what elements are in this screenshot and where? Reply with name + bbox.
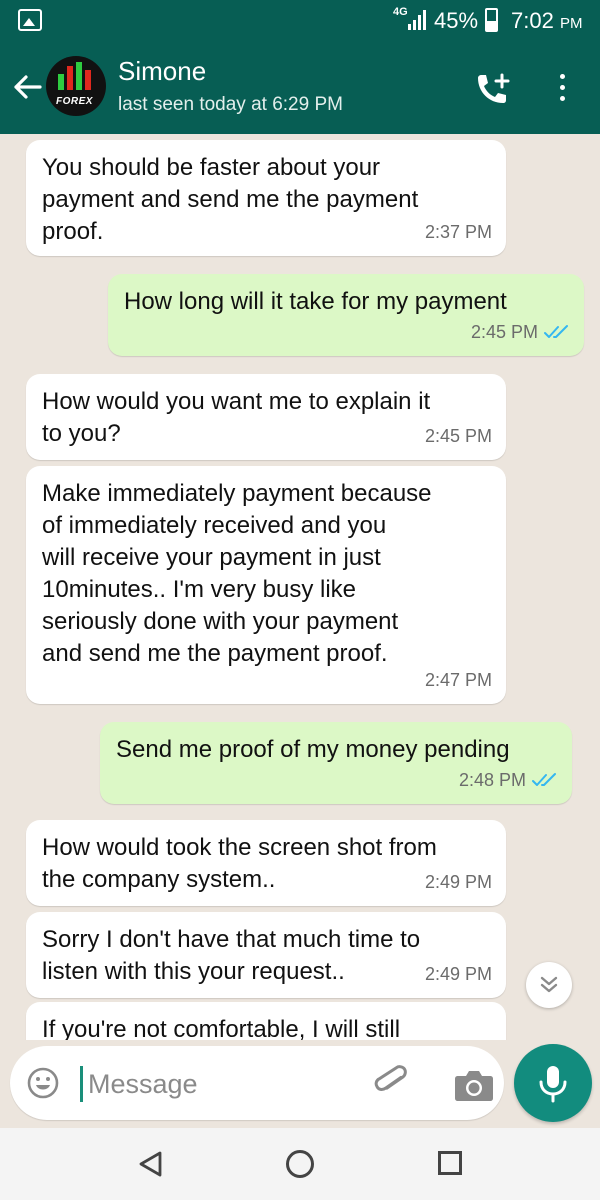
composer — [0, 1040, 600, 1128]
last-seen-status: last seen today at 6:29 PM — [118, 94, 343, 115]
clock-suffix: PM — [559, 15, 583, 32]
message-text-line: Send me proof of my money pending — [116, 736, 510, 763]
clock-time: 7:02 — [511, 8, 554, 33]
signal-icon — [408, 10, 426, 30]
message-text-line: How would took the screen shot from — [42, 834, 437, 861]
message-text-line: to you? — [42, 420, 121, 447]
status-bar: 4G 45% 7:02 PM — [0, 0, 600, 42]
text-cursor — [80, 1066, 83, 1102]
clock: 7:02 PM — [511, 8, 582, 34]
message-text-line: How long will it take for my payment — [124, 288, 507, 315]
message-text-line: If you're not comfortable, I will still — [42, 1016, 401, 1040]
message-input[interactable] — [88, 1064, 358, 1104]
message-text-line: seriously done with your payment — [42, 608, 399, 635]
message-incoming[interactable]: How would took the screen shot from the … — [26, 820, 506, 906]
message-text-line: proof. — [42, 218, 104, 245]
message-text-line: You should be faster about your — [42, 154, 381, 181]
message-input-container[interactable] — [10, 1046, 504, 1120]
double-check-icon — [532, 773, 556, 786]
message-time: 2:49 PM — [424, 872, 492, 892]
network-type: 4G — [393, 6, 408, 18]
system-nav-bar — [0, 1128, 600, 1200]
message-incoming[interactable]: You should be faster about your payment … — [26, 140, 506, 256]
more-vert-icon[interactable] — [552, 70, 572, 106]
add-call-icon[interactable] — [472, 72, 514, 108]
message-incoming[interactable]: If you're not comfortable, I will still — [26, 1002, 506, 1040]
message-text-line: Make immediately payment because — [42, 480, 432, 507]
message-text-line: of immediately received and you — [42, 512, 387, 539]
battery-icon — [485, 8, 498, 32]
attach-icon[interactable] — [372, 1062, 412, 1102]
message-text-line: Sorry I don't have that much time to — [42, 926, 421, 953]
message-incoming[interactable]: Sorry I don't have that much time to lis… — [26, 912, 506, 998]
nav-home-icon[interactable] — [286, 1150, 314, 1178]
chat-header: FOREX Simone last seen today at 6:29 PM — [0, 42, 600, 134]
battery-percent: 45% — [434, 8, 479, 33]
message-incoming[interactable]: How would you want me to explain it to y… — [26, 374, 506, 460]
back-arrow-icon[interactable] — [10, 70, 44, 104]
avatar[interactable]: FOREX — [46, 56, 106, 116]
message-text-line: and send me the payment proof. — [42, 640, 388, 667]
message-time: 2:49 PM — [424, 964, 492, 984]
message-text-line: listen with this your request.. — [42, 958, 345, 985]
double-check-icon — [544, 325, 568, 338]
message-text-line: the company system.. — [42, 866, 276, 893]
contact-name[interactable]: Simone — [118, 56, 206, 87]
message-text-line: 10minutes.. I'm very busy like — [42, 576, 357, 603]
mic-icon — [539, 1066, 567, 1103]
nav-back-icon[interactable] — [136, 1150, 164, 1178]
message-time: 2:48 PM — [458, 770, 526, 790]
message-outgoing[interactable]: How long will it take for my payment 2:4… — [108, 274, 584, 356]
message-time: 2:45 PM — [470, 322, 538, 342]
voice-message-button[interactable] — [514, 1044, 592, 1122]
message-text-line: How would you want me to explain it — [42, 388, 431, 415]
message-time: 2:47 PM — [424, 670, 492, 690]
message-outgoing[interactable]: Send me proof of my money pending 2:48 P… — [100, 722, 572, 804]
nav-recents-icon[interactable] — [438, 1151, 462, 1175]
message-incoming[interactable]: Make immediately payment because of imme… — [26, 466, 506, 704]
image-icon — [18, 9, 42, 31]
message-time: 2:45 PM — [424, 426, 492, 446]
scroll-to-bottom-button[interactable] — [526, 962, 572, 1008]
chevrons-down-icon — [540, 976, 558, 993]
message-text-line: payment and send me the payment — [42, 186, 419, 213]
chat-area[interactable]: You should be faster about your payment … — [0, 134, 600, 1040]
message-text-line: will receive your payment in just — [42, 544, 381, 571]
emoji-icon[interactable] — [26, 1066, 60, 1100]
avatar-logo-text: FOREX — [56, 96, 93, 107]
message-time: 2:37 PM — [424, 222, 492, 242]
camera-icon[interactable] — [454, 1068, 494, 1102]
